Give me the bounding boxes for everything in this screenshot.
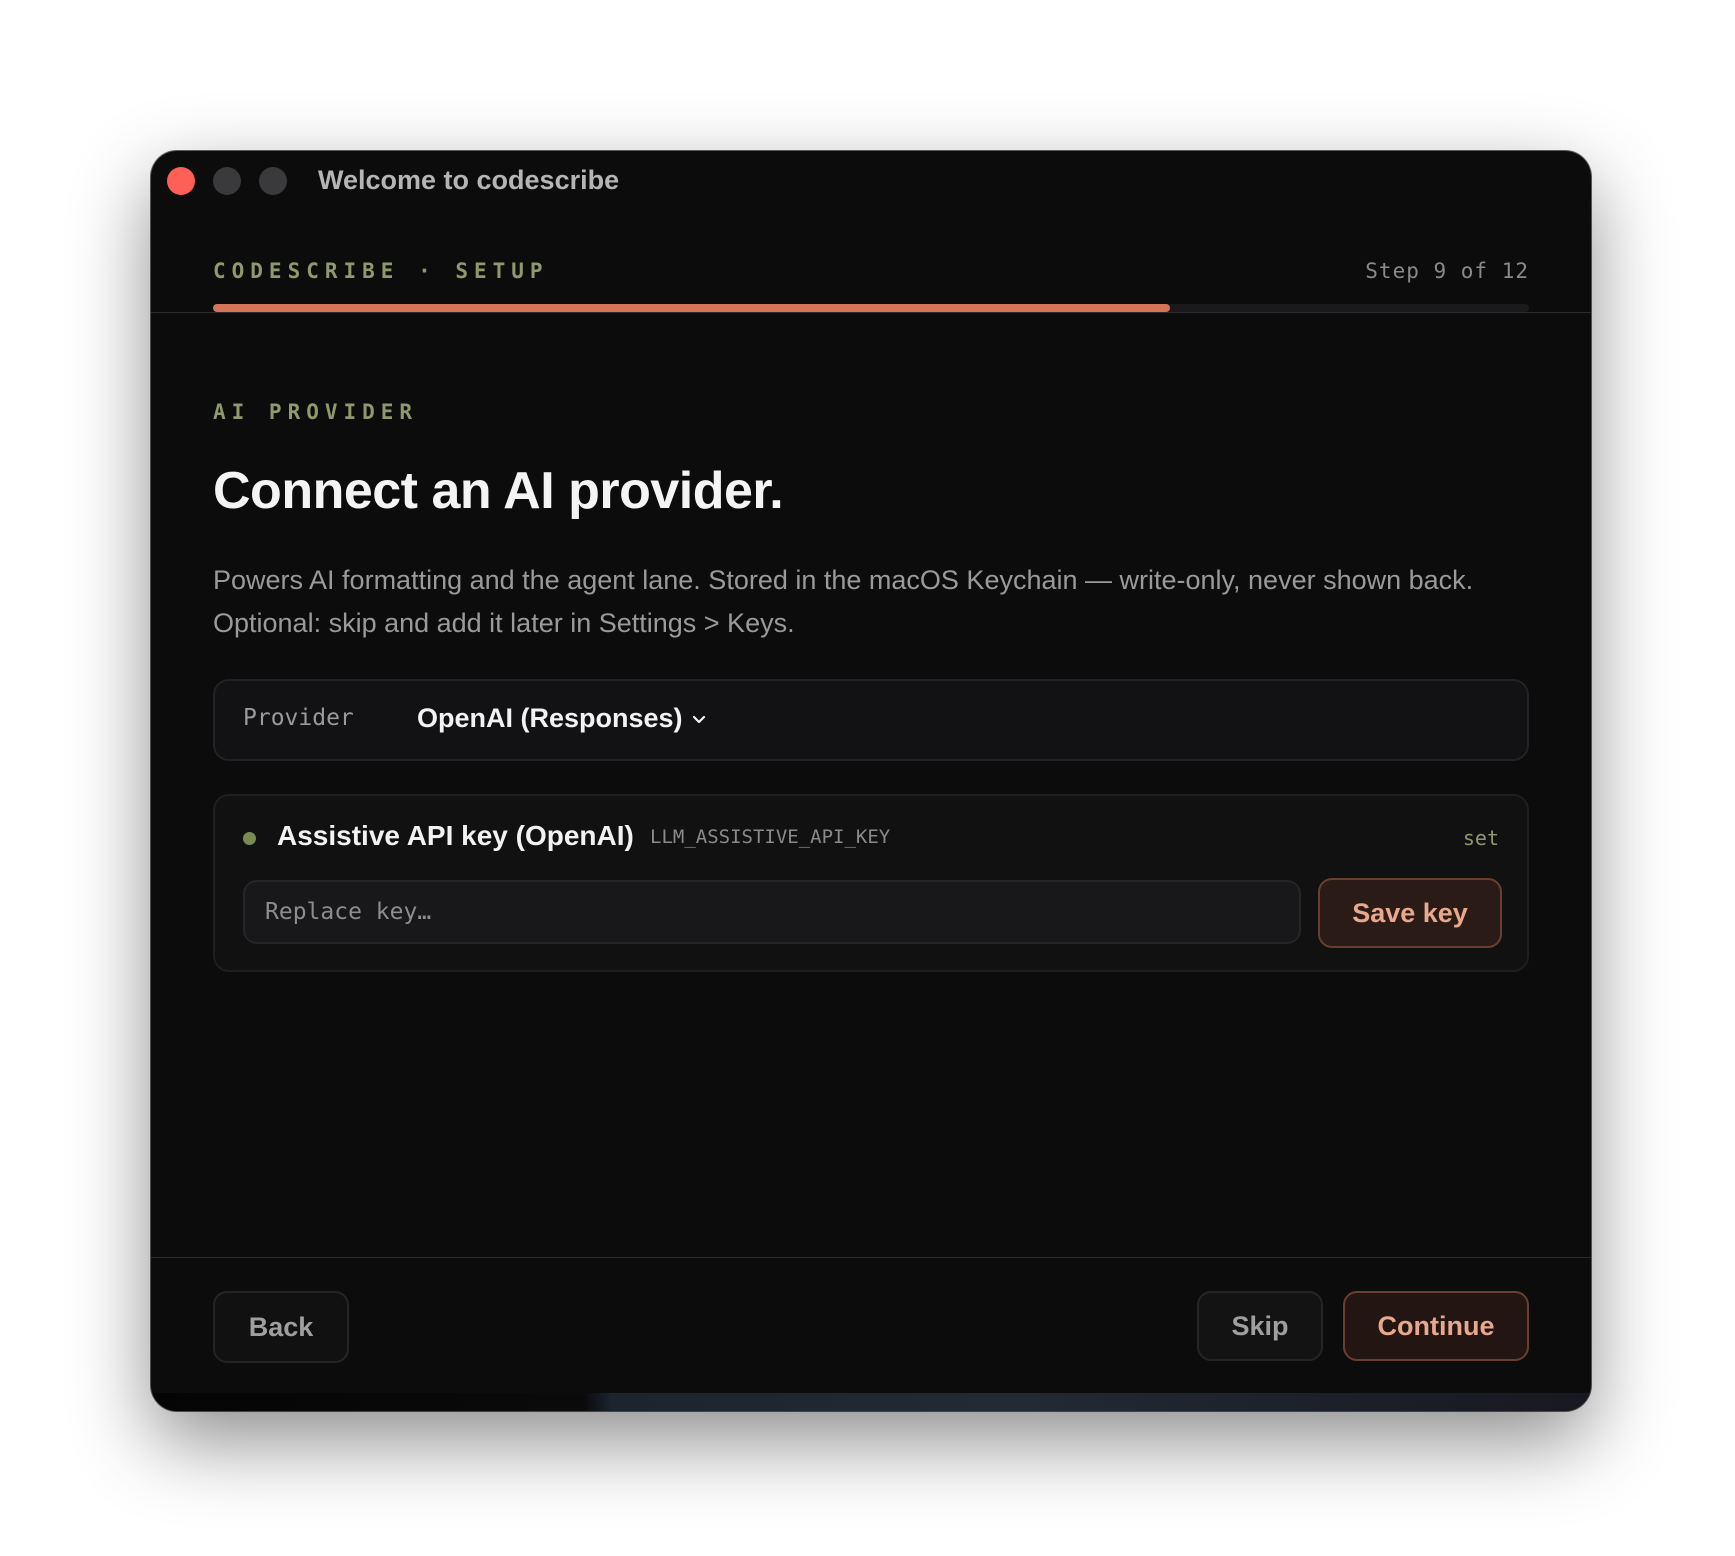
close-window-button[interactable]	[167, 167, 195, 195]
section-label: AI PROVIDER	[213, 400, 419, 424]
api-key-card: Assistive API key (OpenAI) LLM_ASSISTIVE…	[213, 794, 1529, 972]
api-key-input[interactable]	[243, 880, 1301, 944]
provider-selected-value: OpenAI (Responses)	[417, 703, 683, 733]
provider-row: Provider OpenAI (Responses)	[213, 679, 1529, 761]
maximize-window-button[interactable]	[259, 167, 287, 195]
setup-brand-label: CODESCRIBE · SETUP	[213, 259, 549, 283]
setup-progress-bar	[213, 304, 1529, 312]
window-title: Welcome to codescribe	[318, 165, 620, 195]
setup-progress-fill	[213, 304, 1170, 312]
page-title: Connect an AI provider.	[213, 462, 784, 520]
back-button[interactable]: Back	[213, 1291, 349, 1363]
minimize-window-button[interactable]	[213, 167, 241, 195]
page-description: Powers AI formatting and the agent lane.…	[213, 565, 1474, 638]
save-key-button[interactable]: Save key	[1318, 878, 1502, 948]
footer-divider	[151, 1257, 1591, 1258]
api-key-status: set	[1462, 826, 1499, 850]
api-key-env-var: LLM_ASSISTIVE_API_KEY	[650, 826, 891, 848]
desktop-background-strip	[151, 1393, 1591, 1411]
continue-button[interactable]: Continue	[1343, 1291, 1529, 1361]
step-counter: Step 9 of 12	[1365, 259, 1529, 283]
header-divider	[151, 312, 1591, 313]
title-bar[interactable]: Welcome to codescribe	[151, 151, 1591, 213]
status-dot-icon	[243, 832, 256, 845]
skip-button[interactable]: Skip	[1197, 1291, 1323, 1361]
provider-label: Provider	[243, 705, 354, 731]
chevron-down-icon	[692, 715, 705, 723]
setup-window: Welcome to codescribe CODESCRIBE · SETUP…	[151, 151, 1591, 1411]
provider-select[interactable]: OpenAI (Responses)	[417, 703, 707, 734]
api-key-title: Assistive API key (OpenAI)	[277, 820, 634, 851]
